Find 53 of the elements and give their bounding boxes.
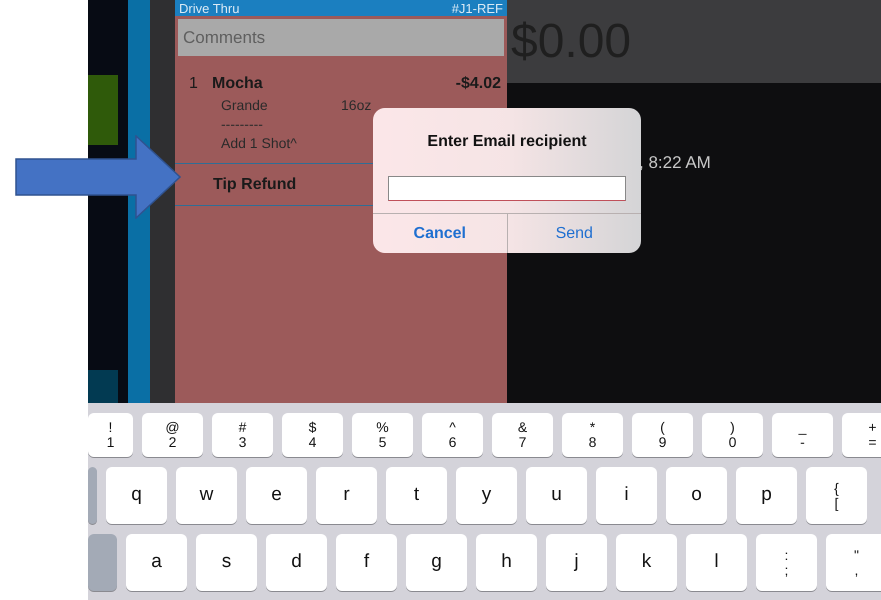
keyboard-key[interactable]: w	[176, 467, 237, 524]
keyboard-key[interactable]: j	[546, 534, 607, 591]
keyboard-key[interactable]: y	[456, 467, 517, 524]
item-price: -$4.02	[456, 74, 501, 94]
keyboard-key[interactable]: u	[526, 467, 587, 524]
keyboard-key[interactable]: f	[336, 534, 397, 591]
keyboard-key[interactable]: g	[406, 534, 467, 591]
keyboard-key[interactable]: ( 9	[632, 413, 693, 457]
keyboard-key[interactable]: { [	[806, 467, 867, 524]
keyboard-key[interactable]: @ 2	[142, 413, 203, 457]
dialog-title: Enter Email recipient	[427, 132, 587, 152]
keyboard-key[interactable]: t	[386, 467, 447, 524]
keyboard-key[interactable]: d	[266, 534, 327, 591]
keyboard-key[interactable]: h	[476, 534, 537, 591]
order-id: #J1-REF	[452, 0, 503, 16]
comments-field[interactable]: Comments	[178, 19, 504, 56]
item-name: Mocha	[212, 74, 263, 94]
dialog-button[interactable]: Cancel	[373, 214, 506, 253]
keyboard-key[interactable]: k	[616, 534, 677, 591]
modifier-name: Add 1 Shot^	[221, 134, 298, 153]
keyboard-key[interactable]: * 8	[562, 413, 623, 457]
keyboard-key[interactable]: _ -	[772, 413, 833, 457]
keyboard-key[interactable]: i	[596, 467, 657, 524]
keyboard-key[interactable]: " ,	[826, 534, 881, 591]
keyboard-key[interactable]: l	[686, 534, 747, 591]
modifier-value: 16oz	[341, 96, 372, 115]
keyboard-key[interactable]: & 7	[492, 413, 553, 457]
keyboard-key[interactable]: + =	[842, 413, 881, 457]
dialog-button[interactable]: Send	[506, 214, 641, 253]
keyboard-key[interactable]	[88, 467, 97, 524]
keyboard-key[interactable]: % 5	[352, 413, 413, 457]
app-tile[interactable]	[88, 370, 118, 403]
keyboard-key[interactable]: # 3	[212, 413, 273, 457]
modifier-name: ---------	[221, 115, 264, 134]
keyboard-key[interactable]: ) 0	[702, 413, 763, 457]
modifier-name: Grande	[221, 96, 269, 115]
keyboard-key[interactable]: $ 4	[282, 413, 343, 457]
keyboard-key[interactable]: ^ 6	[422, 413, 483, 457]
item-quantity: 1	[189, 74, 199, 94]
keyboard-key[interactable]: s	[196, 534, 257, 591]
keyboard-key[interactable]: e	[246, 467, 307, 524]
email-field[interactable]	[388, 176, 626, 201]
order-type: Drive Thru	[179, 0, 240, 16]
keyboard-key[interactable]: o	[666, 467, 727, 524]
keyboard-key[interactable]: a	[126, 534, 187, 591]
keyboard-key[interactable]: ! 1	[88, 413, 133, 457]
item-name: Tip Refund	[213, 174, 296, 194]
keyboard-key[interactable]: p	[736, 467, 797, 524]
keyboard-key[interactable]: : ;	[756, 534, 817, 591]
keyboard-key[interactable]	[88, 534, 117, 591]
app-tile[interactable]	[88, 75, 118, 145]
keyboard-key[interactable]: r	[316, 467, 377, 524]
keyboard-key[interactable]: q	[106, 467, 167, 524]
